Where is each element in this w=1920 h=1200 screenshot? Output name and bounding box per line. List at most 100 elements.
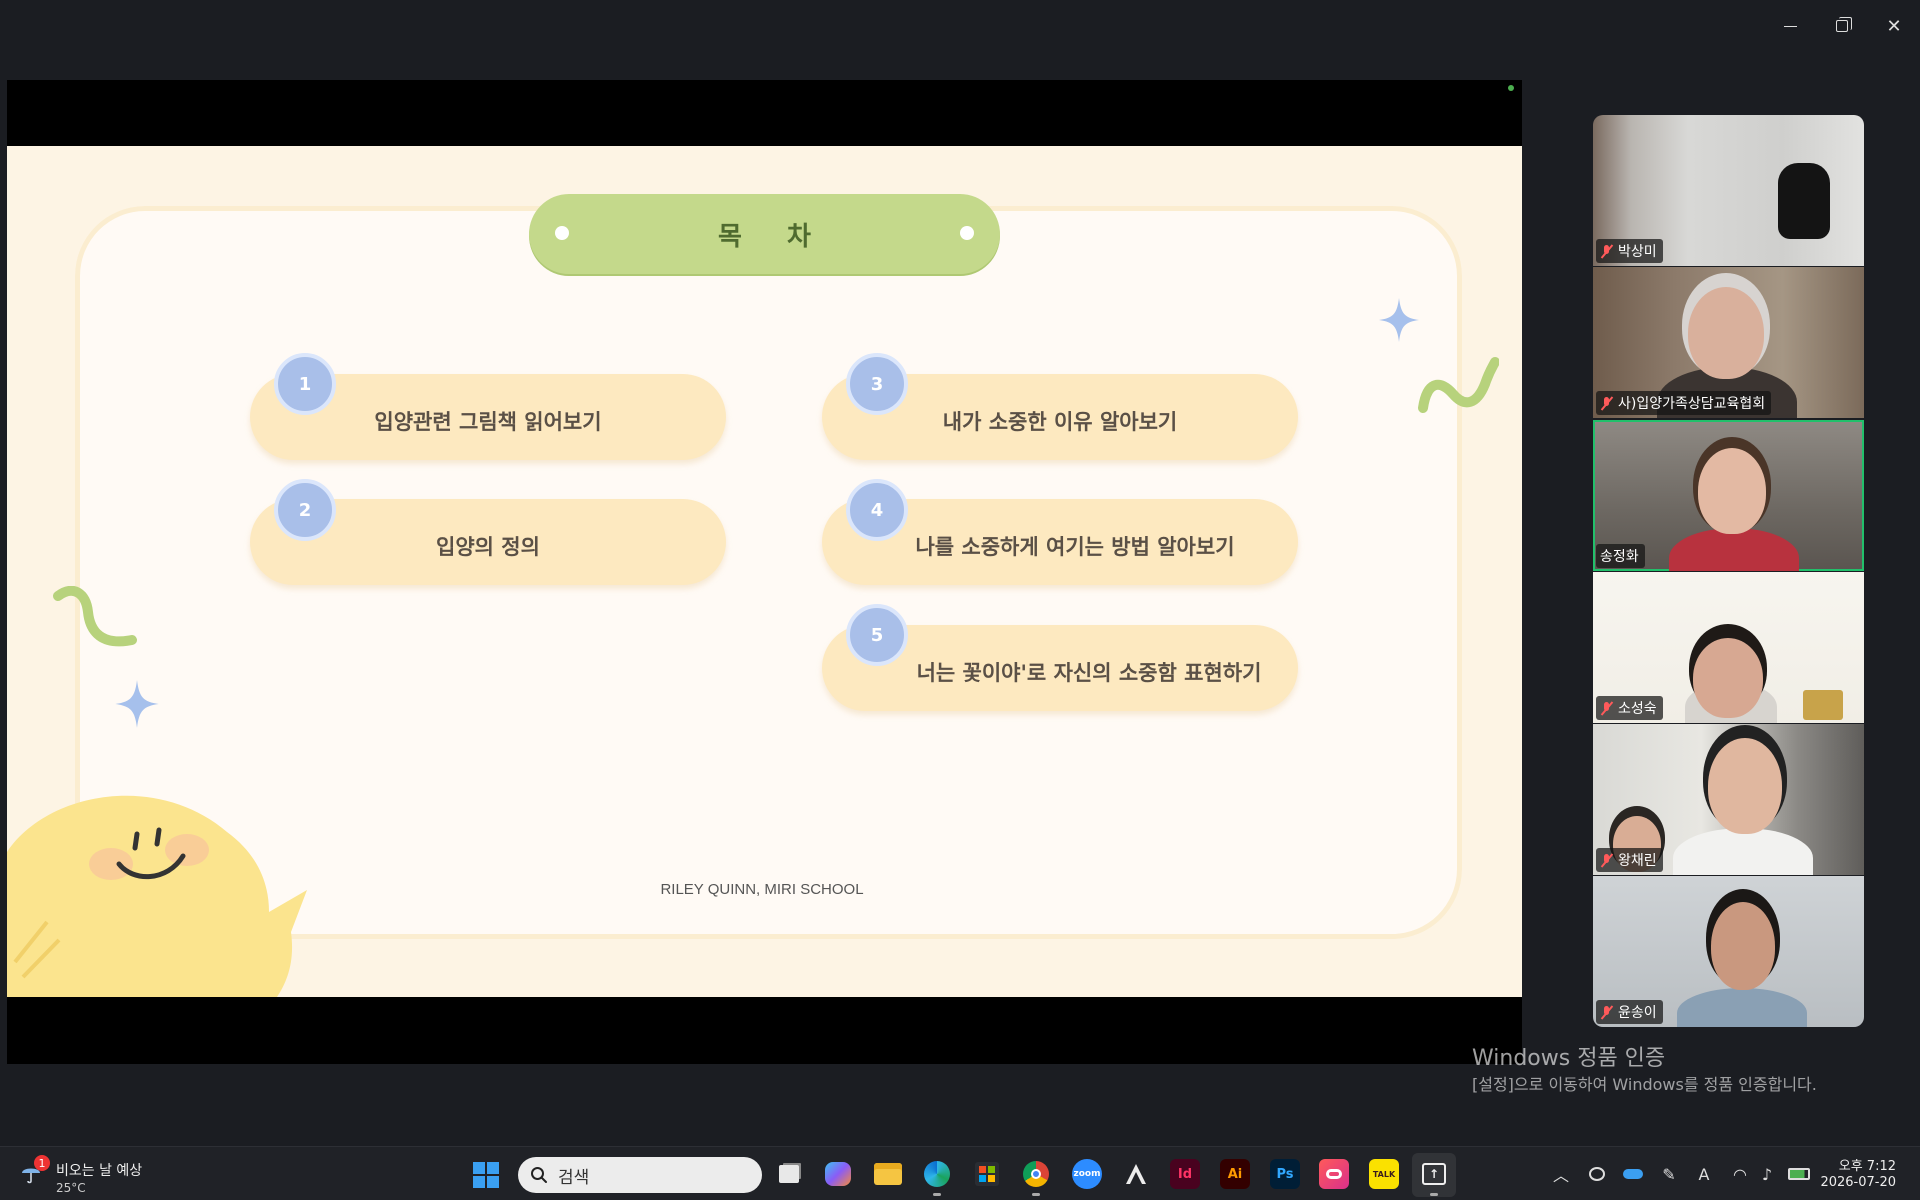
inkscape-icon[interactable] [1121,1159,1151,1189]
cloud-status-icon[interactable] [1586,1162,1608,1186]
participant-name: 윤송이 [1618,1005,1657,1021]
search-placeholder: 검색 [558,1167,590,1188]
restore-button[interactable] [1826,12,1858,40]
pill-dot [960,226,974,240]
weather-forecast: 비오는 날 예상 [56,1163,143,1179]
creative-cloud-icon[interactable] [1319,1159,1349,1189]
weather-temperature: 25°C [56,1181,86,1195]
chrome-icon[interactable] [1021,1159,1051,1196]
participant-name: 왕채린 [1618,853,1657,869]
microsoft-store-icon[interactable] [972,1159,1002,1189]
zoom-label: zoom [1073,1169,1101,1179]
video-shape [1669,528,1799,571]
notification-badge: 1 [34,1155,50,1171]
zoom-icon[interactable]: zoom [1072,1159,1102,1189]
start-button[interactable] [473,1162,499,1188]
toc-number-badge: 5 [846,604,908,666]
participant-tile[interactable]: 윤송이 [1593,876,1864,1027]
minimize-button[interactable] [1774,12,1806,40]
slide-title: 목 차 [718,221,829,252]
squiggle-icon [53,586,137,647]
video-shape [1803,690,1843,720]
mic-muted-icon [1600,701,1614,715]
onedrive-icon[interactable] [1622,1162,1644,1186]
pill-dot [555,226,569,240]
indesign-icon[interactable]: Id [1170,1159,1200,1189]
mic-muted-icon [1600,244,1614,258]
participant-name: 박상미 [1618,244,1657,260]
close-button[interactable]: ✕ [1878,12,1910,40]
toc-item-text: 나를 소중하게 여기는 방법 알아보기 [915,535,1235,559]
taskbar-search[interactable]: 검색 [518,1157,762,1193]
participant-label: 사)입양가족상담교육협회 [1596,391,1772,415]
participant-label: 소성숙 [1596,696,1663,720]
search-icon [531,1167,547,1183]
illustrator-label: Ai [1227,1166,1243,1182]
video-shape [1708,738,1782,834]
video-shape [1688,287,1764,379]
battery-icon[interactable] [1785,1162,1813,1186]
copilot-icon[interactable] [823,1159,853,1189]
indesign-label: Id [1177,1166,1193,1182]
toc-number-badge: 2 [274,479,336,541]
taskbar: 1 비오는 날 예상 25°C 검색 zoom Id Ai Ps TALK ↑ … [0,1146,1920,1200]
share-indicator-dot [1508,85,1514,91]
photoshop-icon[interactable]: Ps [1270,1159,1300,1189]
kakaotalk-label: TALK [1372,1169,1396,1179]
participant-tile[interactable]: 사)입양가족상담교육협회 [1593,267,1864,418]
clock-date[interactable]: 2026-07-20 [1820,1175,1896,1190]
task-view-button[interactable] [774,1159,804,1189]
video-shape [1698,448,1766,534]
mic-muted-icon [1600,396,1614,410]
participant-label: 왕채린 [1596,848,1663,872]
video-shape [1673,828,1813,875]
activation-watermark-title: Windows 정품 인증 [1472,1046,1666,1071]
participant-name: 사)입양가족상담교육협회 [1618,396,1766,412]
toc-item-text: 입양관련 그림책 읽어보기 [374,410,602,434]
sparkle-icon [1379,298,1419,342]
file-explorer-icon[interactable] [873,1159,903,1189]
slide-title-pill: 목 차 [529,194,1000,274]
ime-label: A [1698,1164,1710,1184]
weather-widget[interactable]: 1 비오는 날 예상 25°C [20,1154,170,1195]
participant-label: 박상미 [1596,239,1663,263]
shared-screen[interactable]: 목 차 입양관련 그림책 읽어보기 1 입양의 정의 2 내가 소중한 이유 알… [7,80,1522,1064]
toc-item-text: 입양의 정의 [436,535,540,559]
participant-tile-active-speaker[interactable]: 송정화 [1593,420,1864,571]
chevron-up-icon[interactable]: ︿ [1551,1162,1571,1186]
toc-number-badge: 3 [846,353,908,415]
edge-icon[interactable] [922,1159,952,1196]
participant-tile[interactable]: 박상미 [1593,115,1864,266]
volume-icon[interactable]: ♪ [1756,1162,1778,1186]
toc-number-badge: 1 [274,353,336,415]
participant-name: 송정화 [1600,549,1639,565]
toc-item-text: 너는 꽃이야'로 자신의 소중함 표현하기 [916,661,1262,685]
slide-footer-text: RILEY QUINN, MIRI SCHOOL [660,881,864,898]
illustrator-icon[interactable]: Ai [1220,1159,1250,1189]
participant-label: 송정화 [1596,544,1645,568]
kakaotalk-icon[interactable]: TALK [1369,1159,1399,1189]
video-shape [1693,638,1763,718]
activation-watermark-subtitle: [설정]으로 이동하여 Windows를 정품 인증합니다. [1472,1075,1817,1094]
squiggle-icon [1418,357,1499,413]
participant-tile[interactable]: 소성숙 [1593,572,1864,723]
participant-label: 윤송이 [1596,1000,1663,1024]
toc-number-badge: 4 [846,479,908,541]
ime-indicator[interactable]: A [1693,1162,1715,1186]
video-shape [1778,163,1830,239]
participant-name: 소성숙 [1618,701,1657,717]
screen-share-icon[interactable]: ↑ [1419,1159,1449,1196]
sparkle-icon [115,680,159,728]
participant-tile[interactable]: 왕채린 [1593,724,1864,875]
video-shape [1677,988,1807,1027]
pen-tablet-icon[interactable]: ✎ [1657,1162,1681,1186]
video-shape [1711,902,1775,990]
mic-muted-icon [1600,1005,1614,1019]
mic-muted-icon [1600,853,1614,867]
photoshop-label: Ps [1276,1166,1294,1182]
slide-footer: RILEY QUINN, MIRI SCHOOL [7,881,1522,898]
presentation-slide: 목 차 입양관련 그림책 읽어보기 1 입양의 정의 2 내가 소중한 이유 알… [7,146,1522,997]
wifi-icon[interactable]: ◠ [1729,1162,1751,1186]
toc-item-text: 내가 소중한 이유 알아보기 [942,410,1178,434]
clock-time[interactable]: 오후 7:12 [1839,1155,1896,1174]
